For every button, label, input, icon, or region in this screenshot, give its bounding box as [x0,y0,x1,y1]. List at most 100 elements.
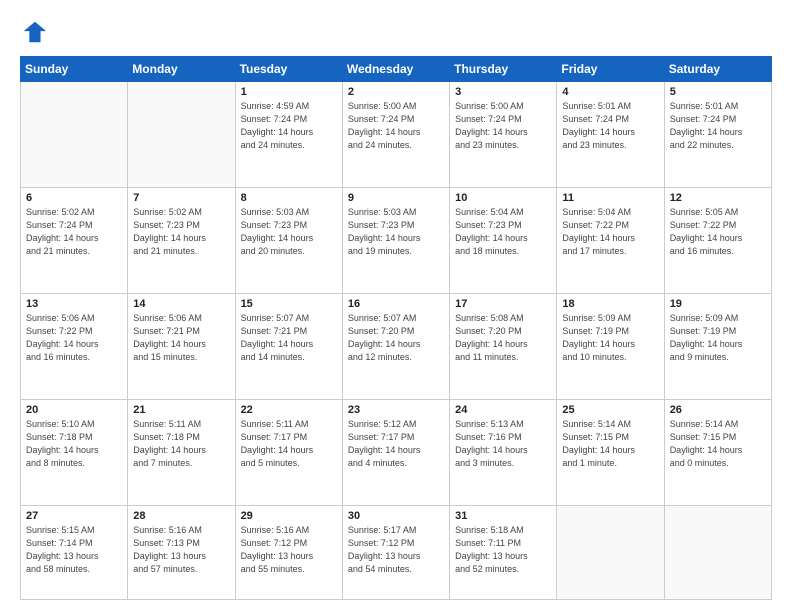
header [20,18,772,46]
calendar-cell: 8 Sunrise: 5:03 AMSunset: 7:23 PMDaylight… [235,188,342,294]
day-number: 1 [241,86,337,98]
day-number: 28 [133,510,229,522]
day-info: Sunrise: 5:13 AMSunset: 7:16 PMDaylight:… [455,418,551,470]
day-info: Sunrise: 5:17 AMSunset: 7:12 PMDaylight:… [348,524,444,576]
day-number: 8 [241,192,337,204]
day-number: 11 [562,192,658,204]
calendar-table: SundayMondayTuesdayWednesdayThursdayFrid… [20,56,772,600]
day-info: Sunrise: 5:16 AMSunset: 7:13 PMDaylight:… [133,524,229,576]
day-info: Sunrise: 5:04 AMSunset: 7:23 PMDaylight:… [455,206,551,258]
day-info: Sunrise: 5:10 AMSunset: 7:18 PMDaylight:… [26,418,122,470]
day-info: Sunrise: 5:01 AMSunset: 7:24 PMDaylight:… [670,100,766,152]
day-number: 20 [26,404,122,416]
day-info: Sunrise: 5:00 AMSunset: 7:24 PMDaylight:… [348,100,444,152]
day-number: 27 [26,510,122,522]
weekday-saturday: Saturday [664,57,771,82]
weekday-wednesday: Wednesday [342,57,449,82]
day-number: 2 [348,86,444,98]
day-number: 19 [670,298,766,310]
calendar-cell [128,82,235,188]
weekday-thursday: Thursday [450,57,557,82]
logo [20,18,52,46]
calendar-cell: 7Sunrise: 5:02 AMSunset: 7:23 PMDaylight… [128,188,235,294]
day-info: Sunrise: 5:03 AMSunset: 7:23 PMDaylight:… [241,206,337,258]
day-number: 18 [562,298,658,310]
week-row-5: 27 Sunrise: 5:15 AMSunset: 7:14 PMDayligh… [21,506,772,600]
day-info: Sunrise: 5:12 AMSunset: 7:17 PMDaylight:… [348,418,444,470]
week-row-2: 6Sunrise: 5:02 AMSunset: 7:24 PMDaylight… [21,188,772,294]
calendar-cell: 27 Sunrise: 5:15 AMSunset: 7:14 PMDayligh… [21,506,128,600]
calendar-cell: 20 Sunrise: 5:10 AMSunset: 7:18 PMDayligh… [21,400,128,506]
day-number: 21 [133,404,229,416]
calendar-cell: 22 Sunrise: 5:11 AMSunset: 7:17 PMDayligh… [235,400,342,506]
day-info: Sunrise: 5:03 AMSunset: 7:23 PMDaylight:… [348,206,444,258]
day-number: 22 [241,404,337,416]
day-number: 4 [562,86,658,98]
calendar-cell: 26Sunrise: 5:14 AMSunset: 7:15 PMDayligh… [664,400,771,506]
day-info: Sunrise: 5:15 AMSunset: 7:14 PMDaylight:… [26,524,122,576]
day-info: Sunrise: 5:05 AMSunset: 7:22 PMDaylight:… [670,206,766,258]
calendar-cell: 10 Sunrise: 5:04 AMSunset: 7:23 PMDayligh… [450,188,557,294]
day-info: Sunrise: 5:00 AMSunset: 7:24 PMDaylight:… [455,100,551,152]
calendar-cell: 23Sunrise: 5:12 AMSunset: 7:17 PMDayligh… [342,400,449,506]
calendar-cell: 28 Sunrise: 5:16 AMSunset: 7:13 PMDayligh… [128,506,235,600]
page: SundayMondayTuesdayWednesdayThursdayFrid… [0,0,792,612]
day-info: Sunrise: 5:06 AMSunset: 7:21 PMDaylight:… [133,312,229,364]
weekday-friday: Friday [557,57,664,82]
day-info: Sunrise: 5:11 AMSunset: 7:17 PMDaylight:… [241,418,337,470]
calendar-cell: 29 Sunrise: 5:16 AMSunset: 7:12 PMDayligh… [235,506,342,600]
day-number: 14 [133,298,229,310]
calendar-cell: 17Sunrise: 5:08 AMSunset: 7:20 PMDayligh… [450,294,557,400]
day-number: 16 [348,298,444,310]
calendar-cell: 11 Sunrise: 5:04 AMSunset: 7:22 PMDayligh… [557,188,664,294]
day-info: Sunrise: 5:02 AMSunset: 7:23 PMDaylight:… [133,206,229,258]
weekday-header-row: SundayMondayTuesdayWednesdayThursdayFrid… [21,57,772,82]
week-row-1: 1Sunrise: 4:59 AMSunset: 7:24 PMDaylight… [21,82,772,188]
day-info: Sunrise: 5:16 AMSunset: 7:12 PMDaylight:… [241,524,337,576]
logo-icon [20,18,48,46]
day-number: 10 [455,192,551,204]
day-info: Sunrise: 5:18 AMSunset: 7:11 PMDaylight:… [455,524,551,576]
calendar-cell: 3 Sunrise: 5:00 AMSunset: 7:24 PMDaylight… [450,82,557,188]
calendar-cell: 13 Sunrise: 5:06 AMSunset: 7:22 PMDayligh… [21,294,128,400]
weekday-sunday: Sunday [21,57,128,82]
calendar-cell: 4 Sunrise: 5:01 AMSunset: 7:24 PMDaylight… [557,82,664,188]
day-info: Sunrise: 5:07 AMSunset: 7:21 PMDaylight:… [241,312,337,364]
calendar-cell: 14 Sunrise: 5:06 AMSunset: 7:21 PMDayligh… [128,294,235,400]
calendar-cell: 25Sunrise: 5:14 AMSunset: 7:15 PMDayligh… [557,400,664,506]
day-info: Sunrise: 5:01 AMSunset: 7:24 PMDaylight:… [562,100,658,152]
week-row-4: 20 Sunrise: 5:10 AMSunset: 7:18 PMDayligh… [21,400,772,506]
calendar-cell: 2 Sunrise: 5:00 AMSunset: 7:24 PMDaylight… [342,82,449,188]
weekday-tuesday: Tuesday [235,57,342,82]
day-number: 31 [455,510,551,522]
day-number: 12 [670,192,766,204]
day-number: 3 [455,86,551,98]
calendar-cell [557,506,664,600]
day-number: 15 [241,298,337,310]
day-info: Sunrise: 5:04 AMSunset: 7:22 PMDaylight:… [562,206,658,258]
calendar-cell: 15 Sunrise: 5:07 AMSunset: 7:21 PMDayligh… [235,294,342,400]
day-number: 13 [26,298,122,310]
calendar-cell: 1Sunrise: 4:59 AMSunset: 7:24 PMDaylight… [235,82,342,188]
day-info: Sunrise: 5:14 AMSunset: 7:15 PMDaylight:… [562,418,658,470]
calendar-cell: 18Sunrise: 5:09 AMSunset: 7:19 PMDayligh… [557,294,664,400]
calendar-cell: 16 Sunrise: 5:07 AMSunset: 7:20 PMDayligh… [342,294,449,400]
day-info: Sunrise: 5:06 AMSunset: 7:22 PMDaylight:… [26,312,122,364]
day-number: 5 [670,86,766,98]
day-number: 30 [348,510,444,522]
day-info: Sunrise: 5:14 AMSunset: 7:15 PMDaylight:… [670,418,766,470]
day-number: 9 [348,192,444,204]
day-number: 29 [241,510,337,522]
calendar-cell: 6Sunrise: 5:02 AMSunset: 7:24 PMDaylight… [21,188,128,294]
day-number: 24 [455,404,551,416]
day-info: Sunrise: 5:07 AMSunset: 7:20 PMDaylight:… [348,312,444,364]
calendar-cell: 19Sunrise: 5:09 AMSunset: 7:19 PMDayligh… [664,294,771,400]
calendar-cell [664,506,771,600]
calendar-cell: 5 Sunrise: 5:01 AMSunset: 7:24 PMDaylight… [664,82,771,188]
day-info: Sunrise: 5:11 AMSunset: 7:18 PMDaylight:… [133,418,229,470]
day-number: 17 [455,298,551,310]
calendar-cell: 24 Sunrise: 5:13 AMSunset: 7:16 PMDayligh… [450,400,557,506]
week-row-3: 13 Sunrise: 5:06 AMSunset: 7:22 PMDayligh… [21,294,772,400]
calendar-cell: 30 Sunrise: 5:17 AMSunset: 7:12 PMDayligh… [342,506,449,600]
day-info: Sunrise: 5:02 AMSunset: 7:24 PMDaylight:… [26,206,122,258]
